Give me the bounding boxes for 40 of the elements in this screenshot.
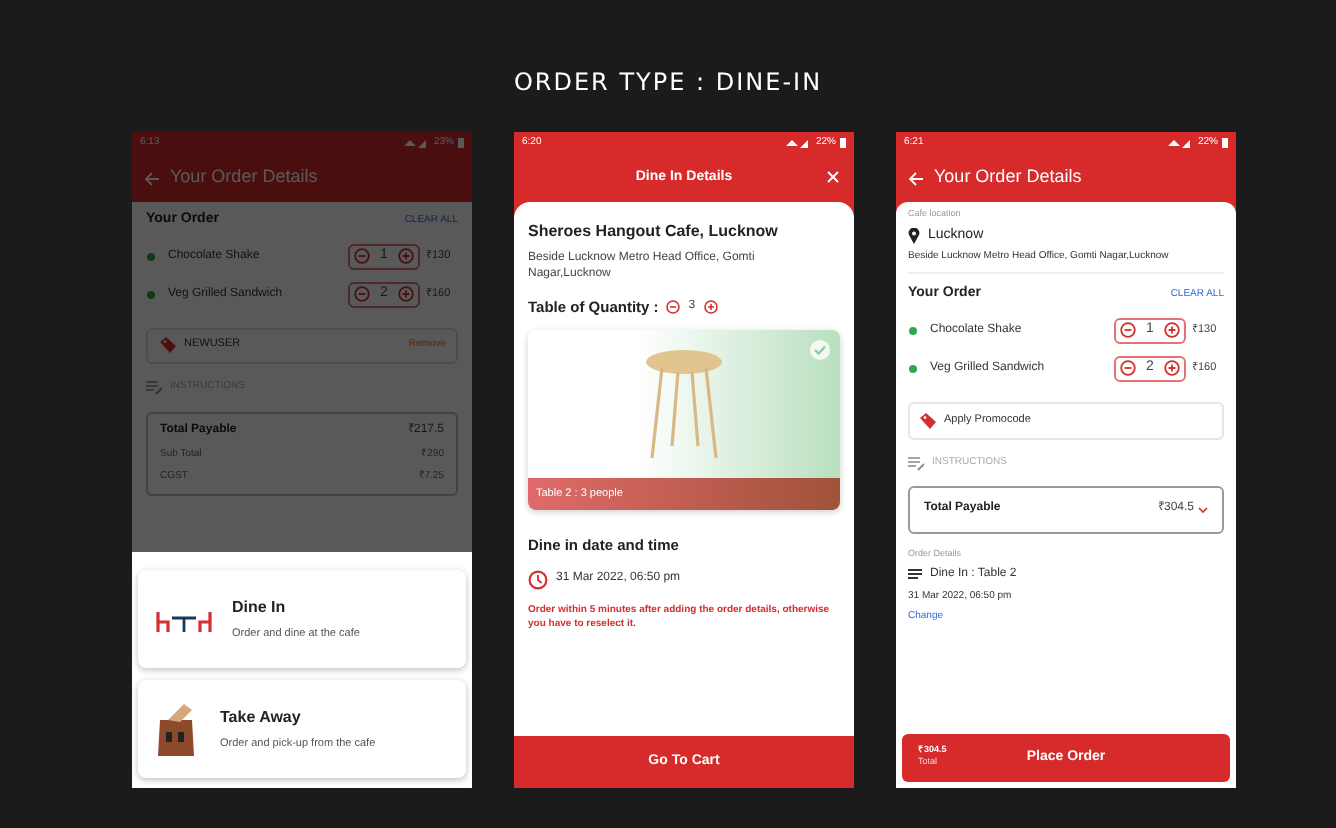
veg-dot-icon	[146, 289, 156, 299]
cafe-name: Sheroes Hangout Cafe, Lucknow	[528, 220, 780, 244]
veg-dot-icon	[908, 325, 918, 336]
veg-dot-icon	[908, 363, 918, 374]
plus-icon	[703, 300, 718, 315]
veg-dot-icon	[146, 251, 156, 261]
option-title: Dine In	[232, 595, 288, 620]
battery-icon	[840, 138, 846, 148]
signal-icon	[783, 138, 812, 148]
location-pin-icon	[908, 228, 920, 244]
plus-icon	[398, 286, 414, 302]
battery-icon	[1222, 138, 1228, 148]
plus-icon	[1164, 360, 1180, 377]
tag-icon	[918, 411, 936, 430]
battery-icon	[458, 138, 464, 148]
back-arrow-icon	[144, 171, 160, 185]
plus-icon	[398, 248, 414, 264]
plus-icon	[1164, 322, 1180, 339]
check-circle-icon	[810, 340, 830, 361]
minus-icon	[354, 286, 370, 302]
chevron-down-icon	[1198, 505, 1208, 514]
back-arrow-icon	[908, 171, 924, 185]
minus-icon	[1120, 322, 1136, 339]
signal-icon	[401, 138, 430, 148]
clock-icon	[528, 569, 548, 589]
instructions-icon	[146, 379, 162, 395]
signal-icon	[1165, 138, 1194, 148]
instructions-icon	[908, 455, 924, 472]
close-icon[interactable]	[826, 170, 840, 184]
list-icon	[908, 568, 922, 580]
header-title: Your Order Details	[934, 164, 1082, 191]
header-title: Your Order Details	[170, 164, 318, 191]
option-title: Take Away	[220, 705, 303, 730]
minus-icon	[666, 300, 681, 315]
tag-icon	[158, 336, 176, 354]
page-title: ORDER TYPE : DINE-IN	[513, 66, 823, 100]
table-drawing	[644, 346, 724, 463]
paper-bag-icon	[156, 701, 200, 757]
minus-icon	[1120, 360, 1136, 377]
minus-icon	[354, 248, 370, 264]
